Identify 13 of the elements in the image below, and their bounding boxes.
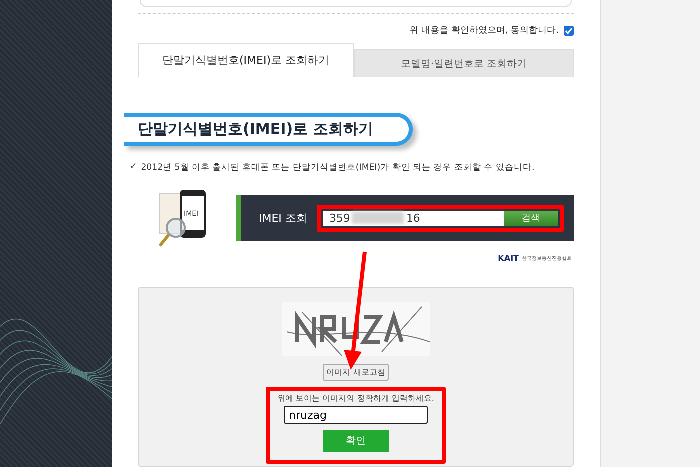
imei-input-field[interactable]: 359 16	[323, 210, 504, 226]
search-tab[interactable]: 모델명·일련번호로 조회하기	[354, 49, 574, 77]
captcha-input-field[interactable]: nruzag	[284, 406, 428, 424]
check-mark: ✓	[130, 162, 138, 174]
refresh-image-button[interactable]: 이미지 새로고침	[322, 364, 390, 381]
agreement-label: 위 내용을 확인하였으며, 동의합니다.	[410, 25, 559, 37]
agreement-checkbox[interactable]	[564, 26, 574, 36]
section-title: 단말기식별번호(IMEI)로 조회하기	[124, 113, 414, 146]
search-tab[interactable]: 단말기식별번호(IMEI)로 조회하기	[138, 43, 354, 77]
imei-label: IMEI 조회	[259, 210, 308, 226]
note-text: 2012년 5월 이후 출시된 휴대폰 또는 단말기식별번호(IMEI)가 확인 되는 경우 조회할 수 있습니다.	[141, 162, 535, 174]
captcha-instruction: 위에 보이는 이미지의 정확하게 입력하세요.	[278, 393, 434, 404]
kait-logo: KAIT	[498, 254, 519, 263]
